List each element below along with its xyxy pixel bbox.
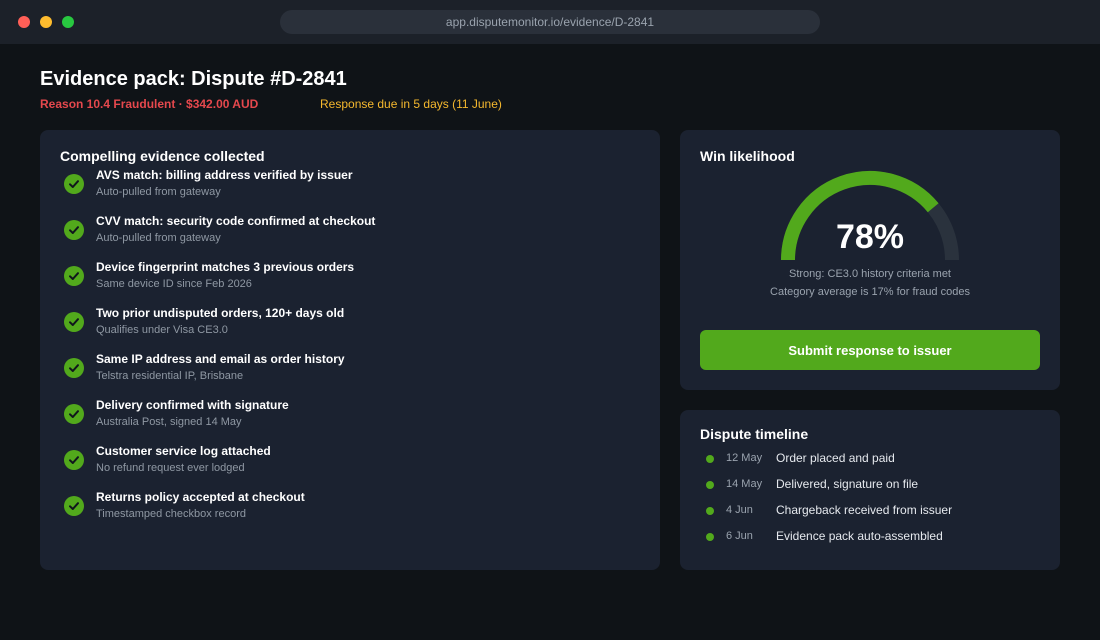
check-icon xyxy=(64,496,84,516)
evidence-source: Telstra residential IP, Brisbane xyxy=(96,370,244,382)
browser-chrome: app.disputemonitor.io/evidence/D-2841 xyxy=(0,0,1100,44)
check-icon xyxy=(64,266,84,286)
win-likelihood-card: Win likelihood 78% Strong: CE3.0 history… xyxy=(680,130,1060,390)
check-icon xyxy=(64,358,84,378)
evidence-item: Two prior undisputed orders, 120+ days o… xyxy=(64,306,624,346)
win-percentage: 78% xyxy=(835,218,905,256)
dispute-reason: Reason 10.4 Fraudulent · $342.00 AUD xyxy=(40,97,259,111)
timeline-date: 6 Jun xyxy=(726,530,753,542)
evidence-source: Auto-pulled from gateway xyxy=(96,232,221,244)
timeline-item: 12 May Order placed and paid xyxy=(706,450,1046,468)
check-icon xyxy=(64,312,84,332)
window-minimize-button[interactable] xyxy=(40,16,52,28)
evidence-title: Customer service log attached xyxy=(96,444,271,458)
evidence-title: Delivery confirmed with signature xyxy=(96,398,289,412)
check-icon xyxy=(64,220,84,240)
evidence-title: Two prior undisputed orders, 120+ days o… xyxy=(96,306,345,320)
evidence-source: No refund request ever lodged xyxy=(96,462,245,474)
evidence-item: Customer service log attached No refund … xyxy=(64,444,624,484)
evidence-source: Timestamped checkbox record xyxy=(96,508,246,520)
win-strength-note: Strong: CE3.0 history criteria met xyxy=(788,268,951,280)
evidence-item: Same IP address and email as order histo… xyxy=(64,352,624,392)
evidence-source: Qualifies under Visa CE3.0 xyxy=(96,324,228,336)
evidence-item: AVS match: billing address verified by i… xyxy=(64,168,624,208)
submit-response-button[interactable]: Submit response to issuer xyxy=(700,330,1040,370)
timeline-event: Delivered, signature on file xyxy=(776,477,919,491)
win-heading: Win likelihood xyxy=(700,148,795,164)
category-average-note: Category average is 17% for fraud codes xyxy=(770,286,970,298)
timeline-dot-icon xyxy=(706,481,714,489)
response-deadline: Response due in 5 days (11 June) xyxy=(320,97,502,111)
timeline-dot-icon xyxy=(706,533,714,541)
evidence-item: Delivery confirmed with signature Austra… xyxy=(64,398,624,438)
window-maximize-button[interactable] xyxy=(62,16,74,28)
evidence-item: Device fingerprint matches 3 previous or… xyxy=(64,260,624,300)
timeline-item: 4 Jun Chargeback received from issuer xyxy=(706,502,1046,520)
evidence-source: Auto-pulled from gateway xyxy=(96,186,221,198)
page-title: Evidence pack: Dispute #D-2841 xyxy=(40,68,347,90)
timeline-dot-icon xyxy=(706,455,714,463)
evidence-title: AVS match: billing address verified by i… xyxy=(96,168,353,182)
evidence-source: Same device ID since Feb 2026 xyxy=(96,278,252,290)
dispute-timeline-card: Dispute timeline 12 May Order placed and… xyxy=(680,410,1060,570)
check-icon xyxy=(64,450,84,470)
evidence-title: CVV match: security code confirmed at ch… xyxy=(96,214,376,228)
evidence-title: Device fingerprint matches 3 previous or… xyxy=(96,260,355,274)
evidence-card: Compelling evidence collected AVS match:… xyxy=(40,130,660,570)
timeline-date: 4 Jun xyxy=(726,504,753,516)
timeline-event: Evidence pack auto-assembled xyxy=(776,529,943,543)
window-close-button[interactable] xyxy=(18,16,30,28)
address-bar[interactable]: app.disputemonitor.io/evidence/D-2841 xyxy=(280,10,820,34)
timeline-item: 6 Jun Evidence pack auto-assembled xyxy=(706,528,1046,546)
check-icon xyxy=(64,404,84,424)
timeline-event: Order placed and paid xyxy=(776,451,895,465)
evidence-item: Returns policy accepted at checkout Time… xyxy=(64,490,624,530)
timeline-date: 12 May xyxy=(726,452,763,464)
evidence-item: CVV match: security code confirmed at ch… xyxy=(64,214,624,254)
evidence-title: Returns policy accepted at checkout xyxy=(96,490,305,504)
timeline-date: 14 May xyxy=(726,478,763,490)
timeline-dot-icon xyxy=(706,507,714,515)
timeline-event: Chargeback received from issuer xyxy=(776,503,953,517)
check-icon xyxy=(64,174,84,194)
timeline-item: 14 May Delivered, signature on file xyxy=(706,476,1046,494)
timeline-heading: Dispute timeline xyxy=(700,426,809,442)
evidence-title: Same IP address and email as order histo… xyxy=(96,352,345,366)
evidence-source: Australia Post, signed 14 May xyxy=(96,416,242,428)
evidence-heading: Compelling evidence collected xyxy=(60,148,265,164)
